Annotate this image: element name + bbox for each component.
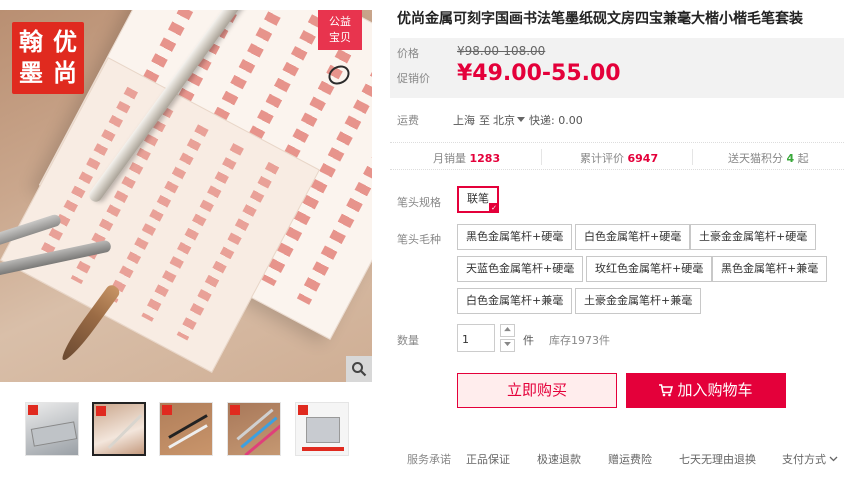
chevron-down-icon <box>829 456 838 462</box>
cart-icon <box>659 384 674 397</box>
hair-option-2[interactable]: 白色金属笔杆+硬毫 <box>575 224 691 250</box>
spec-label: 笔头规格 <box>397 196 441 209</box>
thumbnail-3[interactable] <box>159 402 213 456</box>
promo-price: ¥49.00-55.00 <box>457 61 621 86</box>
logo-char: 墨 <box>19 58 43 87</box>
shipping-express: 快递: 0.00 <box>529 114 583 127</box>
service-label: 服务承诺 <box>407 453 451 466</box>
chevron-up-icon <box>504 327 511 332</box>
points-label: 送天猫积分 <box>728 152 783 165</box>
quantity-label: 数量 <box>397 334 419 347</box>
payment-methods-dropdown[interactable]: 支付方式 <box>782 451 838 467</box>
sales-stats: 月销量 1283 累计评价 6947 送天猫积分 4 起 <box>390 142 844 170</box>
hair-option-4[interactable]: 天蓝色金属笔杆+硬毫 <box>457 256 584 282</box>
quantity-unit: 件 <box>523 334 534 347</box>
hair-option-7[interactable]: 白色金属笔杆+兼毫 <box>457 288 573 314</box>
spec-option-lianbi[interactable]: 联笔 ✓ <box>457 186 499 213</box>
monthly-sales-value: 1283 <box>469 152 501 165</box>
service-shipping-insurance[interactable]: 赠运费险 <box>608 451 652 467</box>
shipping-from: 上海 <box>453 114 475 127</box>
add-to-cart-label: 加入购物车 <box>677 381 753 399</box>
thumbnail-5[interactable] <box>295 402 349 456</box>
review-count[interactable]: 累计评价 6947 <box>580 150 658 166</box>
review-label: 累计评价 <box>580 152 624 165</box>
quantity-increase-button[interactable] <box>500 324 515 337</box>
quantity-input[interactable]: 1 <box>457 324 495 352</box>
review-value: 6947 <box>627 152 659 165</box>
hair-option-6[interactable]: 黑色金属笔杆+兼毫 <box>712 256 828 282</box>
badge-line-1: 公益 <box>329 15 351 28</box>
hair-option-1[interactable]: 黑色金属笔杆+硬毫 <box>457 224 573 250</box>
hair-option-8[interactable]: 土豪金金属笔杆+兼毫 <box>575 288 702 314</box>
logo-char: 尚 <box>53 58 77 87</box>
service-seven-day-return[interactable]: 七天无理由退换 <box>679 451 756 467</box>
service-genuine[interactable]: 正品保证 <box>466 451 510 467</box>
quantity-decrease-button[interactable] <box>500 339 515 352</box>
buy-now-button[interactable]: 立即购买 <box>457 373 617 408</box>
chevron-down-icon <box>504 342 511 347</box>
chevron-down-icon <box>517 117 525 122</box>
hair-option-5[interactable]: 玫红色金属笔杆+硬毫 <box>586 256 713 282</box>
brand-logo: 翰 优 墨 尚 <box>12 22 84 94</box>
monthly-sales: 月销量 1283 <box>433 150 500 166</box>
thumbnail-2[interactable] <box>92 402 146 456</box>
checkmark-icon: ✓ <box>489 203 499 213</box>
logo-char: 优 <box>53 27 77 56</box>
points-suffix: 起 <box>797 152 809 165</box>
zoom-button[interactable] <box>346 356 372 382</box>
monthly-sales-label: 月销量 <box>433 152 466 165</box>
points-value: 4 <box>786 152 795 165</box>
logo-char: 翰 <box>19 27 43 56</box>
magnifier-icon <box>352 362 367 377</box>
shipping-destination-dropdown[interactable]: 北京 <box>493 112 525 128</box>
charity-badge: 公益 宝贝 <box>318 10 362 50</box>
badge-line-2: 宝贝 <box>329 31 351 44</box>
shipping-label: 运费 <box>397 114 419 127</box>
thumbnail-1[interactable] <box>25 402 79 456</box>
service-fast-refund[interactable]: 极速退款 <box>537 451 581 467</box>
payment-methods-label: 支付方式 <box>782 453 826 466</box>
thumbnail-4[interactable] <box>227 402 281 456</box>
spec-option-label: 联笔 <box>467 192 489 205</box>
promo-price-label: 促销价 <box>397 72 430 85</box>
original-price: ¥98.00-108.00 <box>457 44 546 58</box>
hair-option-3[interactable]: 土豪金金属笔杆+硬毫 <box>690 224 817 250</box>
stock-count: 库存1973件 <box>549 334 610 347</box>
tmall-points: 送天猫积分 4 起 <box>728 150 809 166</box>
add-to-cart-button[interactable]: 加入购物车 <box>626 373 786 408</box>
hair-label: 笔头毛种 <box>397 233 441 246</box>
shipping-to-word: 至 <box>479 114 490 127</box>
price-label: 价格 <box>397 47 419 60</box>
shipping-destination: 北京 <box>493 114 515 127</box>
product-title: 优尚金属可刻字国画书法笔墨纸砚文房四宝兼毫大楷小楷毛笔套装 <box>397 11 803 27</box>
